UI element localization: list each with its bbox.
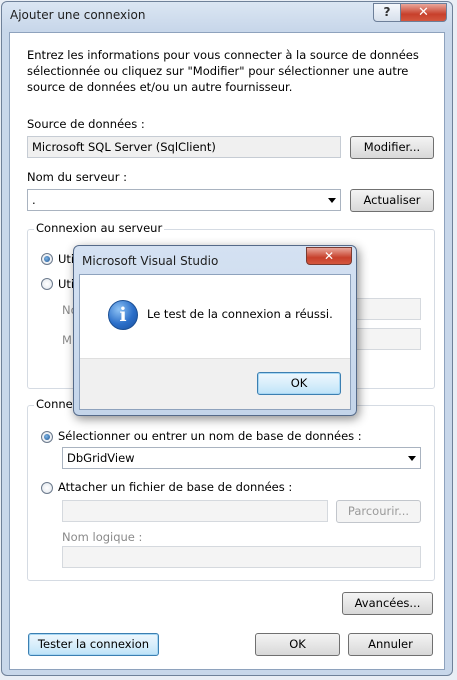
- datasource-label: Source de données :: [27, 117, 145, 131]
- logical-name-label: Nom logique :: [62, 530, 143, 544]
- chevron-down-icon: [408, 456, 416, 461]
- database-combo[interactable]: DbGridView: [62, 447, 421, 469]
- logical-name-input: [62, 546, 421, 568]
- intro-text: Entrez les informations pour vous connec…: [27, 48, 419, 94]
- modify-button[interactable]: Modifier...: [350, 136, 434, 159]
- login-option-2-radio[interactable]: [41, 278, 53, 290]
- message-text: Le test de la connexion a réussi.: [147, 307, 333, 321]
- select-db-label: Sélectionner ou entrer un nom de base de…: [58, 429, 362, 443]
- message-box-client: i Le test de la connexion a réussi. OK: [79, 274, 351, 410]
- datasource-field: Microsoft SQL Server (SqlClient): [27, 136, 341, 158]
- message-box-title: Microsoft Visual Studio: [82, 254, 219, 268]
- cancel-button[interactable]: Annuler: [348, 633, 433, 656]
- attach-file-input: [62, 500, 328, 522]
- message-ok-button[interactable]: OK: [257, 372, 341, 395]
- info-icon: i: [108, 300, 138, 330]
- window-close-button[interactable]: ✕: [400, 3, 447, 22]
- message-box-close-button[interactable]: ✕: [306, 247, 352, 265]
- advanced-button[interactable]: Avancées...: [342, 592, 433, 615]
- test-connection-button[interactable]: Tester la connexion: [28, 633, 159, 656]
- message-box-footer: OK: [80, 358, 350, 409]
- browse-button[interactable]: Parcourir...: [336, 500, 421, 523]
- window-title: Ajouter une connexion: [10, 8, 146, 22]
- server-login-group-title: Connexion au serveur: [34, 221, 165, 235]
- login-field-2-label: M: [62, 333, 72, 347]
- attach-db-radio[interactable]: [41, 482, 53, 494]
- refresh-button[interactable]: Actualiser: [350, 189, 434, 212]
- help-button[interactable]: ?: [373, 3, 401, 22]
- message-box: Microsoft Visual Studio ✕ i Le test de l…: [73, 245, 357, 416]
- ok-button[interactable]: OK: [255, 633, 340, 656]
- attach-db-label: Attacher un fichier de base de données :: [58, 480, 293, 494]
- server-combo-value: .: [32, 193, 36, 207]
- database-combo-value: DbGridView: [67, 451, 135, 465]
- select-db-radio[interactable]: [41, 431, 53, 443]
- login-option-1-radio[interactable]: [41, 253, 53, 265]
- server-combo[interactable]: .: [27, 189, 341, 211]
- chevron-down-icon: [328, 198, 336, 203]
- server-label: Nom du serveur :: [27, 170, 127, 184]
